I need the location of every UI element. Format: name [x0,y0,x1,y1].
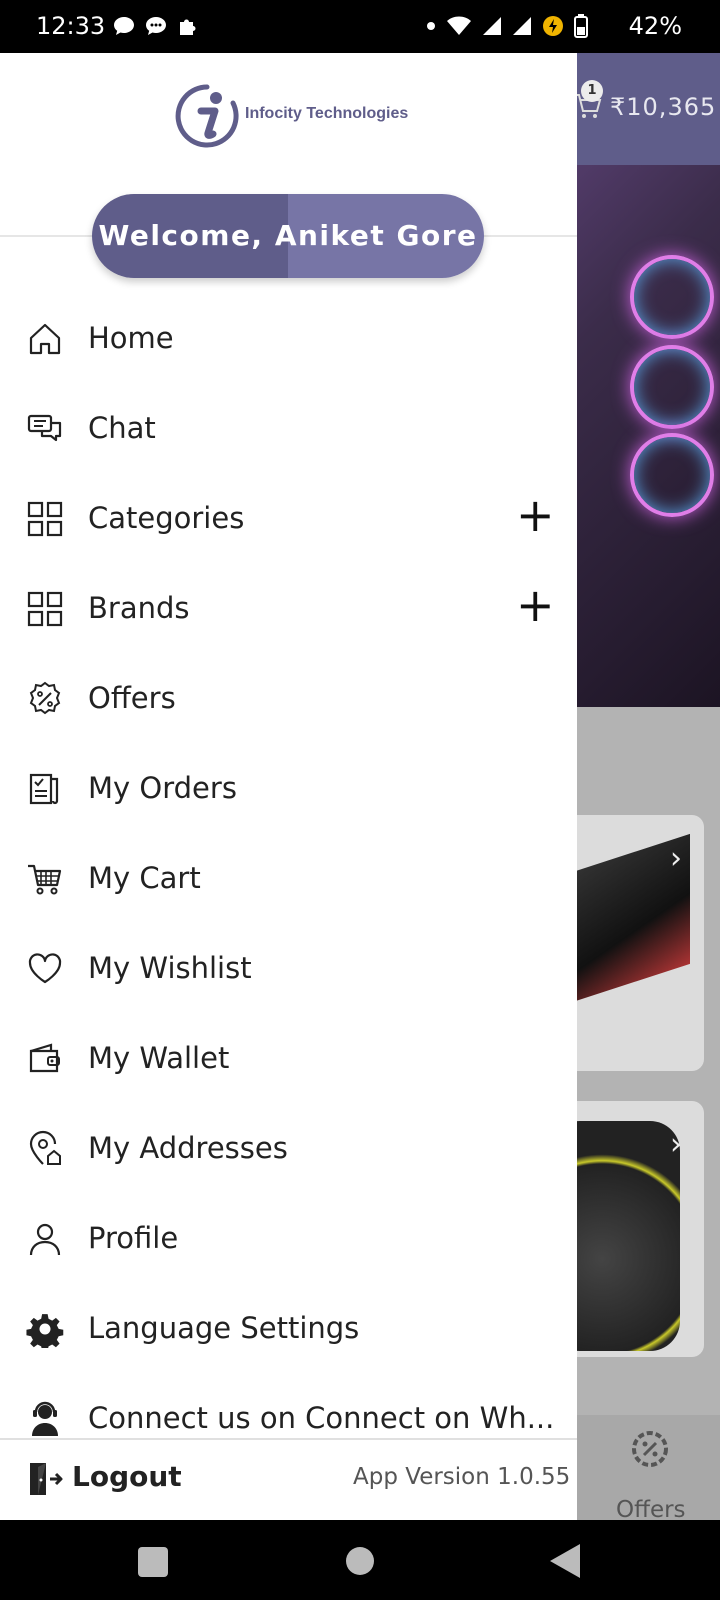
banner-image [630,345,714,429]
system-navigation-bar [0,1520,720,1600]
product-card[interactable]: › [560,815,704,1071]
logout-button[interactable]: Logout [72,1460,182,1493]
battery-icon [574,14,588,38]
menu-item-label: Offers [88,681,176,715]
menu-item-label: Language Settings [88,1311,360,1345]
menu-item-my-orders[interactable]: My Orders [0,744,577,834]
menu-item-my-addresses[interactable]: My Addresses [0,1104,577,1194]
drawer-menu: Home Chat Categories + Brands + Offers M… [0,294,577,1464]
drawer-footer: Logout App Version 1.0.55 [0,1438,577,1522]
offers-nav-icon[interactable] [630,1429,670,1469]
offer-badge-icon [29,681,61,715]
app-version: App Version 1.0.55 [353,1464,571,1490]
menu-item-label: Home [88,321,174,355]
menu-item-offers[interactable]: Offers [0,654,577,744]
chevron-right-icon: › [670,1127,682,1162]
navigation-drawer: Infocity Technologies Welcome, Aniket Go… [0,53,577,1522]
person-icon [29,1223,61,1256]
cart-badge: 1 [581,80,603,102]
system-icons [426,14,588,38]
menu-item-profile[interactable]: Profile [0,1194,577,1284]
status-bar: 12:33 42% [0,0,720,53]
signal-icon [513,17,531,35]
home-icon [29,323,61,355]
chat-icon [27,414,62,442]
menu-item-label: My Orders [88,771,237,805]
heart-icon [28,953,62,984]
expand-plus-icon[interactable]: + [516,582,555,628]
welcome-banner: Welcome, Aniket Gore [92,194,484,278]
puzzle-icon [180,19,196,35]
menu-item-categories[interactable]: Categories + [0,474,577,564]
address-icon [29,1130,61,1165]
orders-icon [29,773,59,805]
chat-bubble-icon [146,17,166,35]
message-icon [114,17,134,35]
menu-item-my-wallet[interactable]: My Wallet [0,1014,577,1104]
banner-image [630,255,714,339]
home-button[interactable] [346,1547,374,1575]
logo-icon [175,84,239,148]
product-card[interactable]: › [560,1101,704,1357]
back-button[interactable] [550,1544,580,1578]
menu-item-my-wishlist[interactable]: My Wishlist [0,924,577,1014]
support-agent-icon [32,1401,58,1436]
expand-plus-icon[interactable]: + [516,492,555,538]
logo-text: Infocity Technologies [245,105,409,122]
grid-icon [27,501,63,537]
menu-item-label: My Wallet [88,1041,230,1075]
menu-item-label: Profile [88,1221,179,1255]
menu-item-label: Categories [88,501,245,535]
menu-item-chat[interactable]: Chat [0,384,577,474]
banner-image [630,433,714,517]
logout-icon[interactable] [26,1460,64,1498]
menu-item-label: Connect us on Connect on Wh... [88,1401,555,1435]
wifi-icon [447,16,471,35]
menu-item-label: Brands [88,591,190,625]
menu-item-language-settings[interactable]: Language Settings [0,1284,577,1374]
menu-item-label: My Wishlist [88,951,252,985]
grid-icon [27,591,63,627]
signal-icon [483,17,501,35]
power-saver-icon [543,16,563,36]
menu-item-home[interactable]: Home [0,294,577,384]
menu-item-label: My Cart [88,861,201,895]
recents-button[interactable] [138,1547,168,1577]
menu-item-brands[interactable]: Brands + [0,564,577,654]
status-time: 12:33 [36,12,106,40]
wallet-icon [29,1043,60,1073]
cart-total: ₹10,365 [610,93,717,121]
dot-icon [427,22,435,30]
chevron-right-icon: › [670,841,682,876]
battery-percent: 42% [628,12,682,40]
gear-icon [26,1314,64,1348]
notification-icons [112,14,200,38]
mouse-image [560,1121,680,1351]
menu-item-label: Chat [88,411,156,445]
cart-icon [28,864,62,895]
menu-item-label: My Addresses [88,1131,288,1165]
menu-item-my-cart[interactable]: My Cart [0,834,577,924]
